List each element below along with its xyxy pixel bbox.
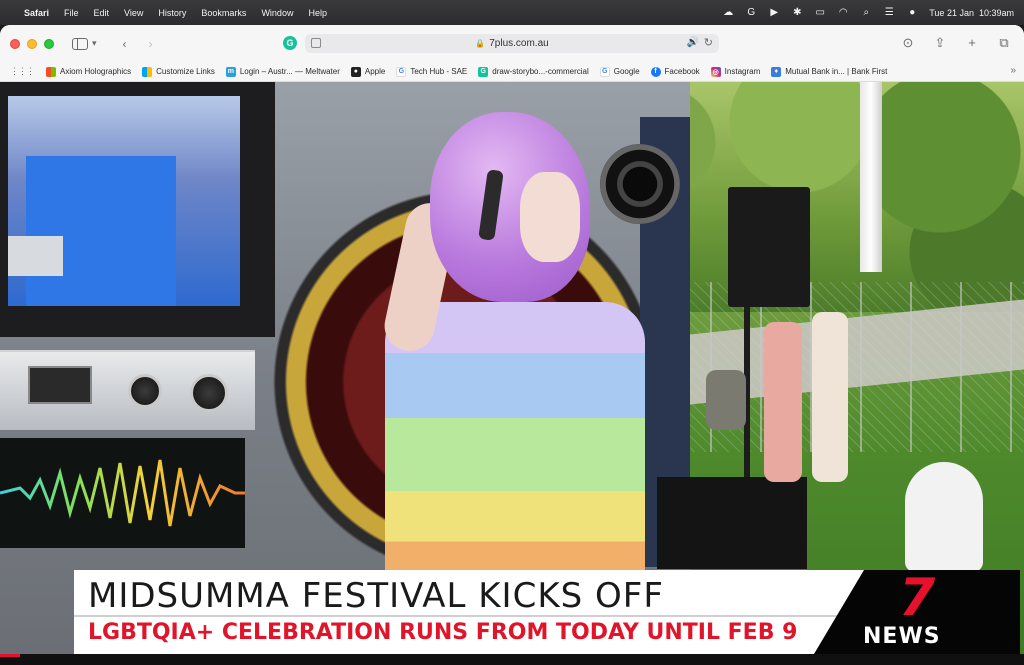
favorite-bank-first[interactable]: ♦ Mutual Bank in... | Bank First [771,66,888,77]
chevron-down-icon[interactable]: ▾ [92,38,97,49]
spectator [706,370,746,430]
subwoofer [657,477,807,569]
url-text: 7plus.com.au [489,38,549,49]
menu-file[interactable]: File [64,8,79,18]
favorite-label: Axiom Holographics [60,67,132,76]
windows-grid-icon [46,66,56,77]
vu-meter [28,366,92,404]
safari-window: ▾ ‹ › G 🔒 7plus.com.au 🔊 ↻ ⊙ ⇪ + ⧉ ⋮⋮⋮ A… [0,25,1024,665]
address-bar[interactable]: 🔒 7plus.com.au 🔊 ↻ [305,34,719,53]
favorite-label: Mutual Bank in... | Bank First [785,67,888,76]
news-lower-third: MIDSUMMA FESTIVAL KICKS OFF LGBTQIA+ CEL… [74,568,1020,654]
subheadline: LGBTQIA+ CELEBRATION RUNS FROM TODAY UNT… [88,620,798,645]
search-icon[interactable]: ⌕ [860,7,872,19]
menu-view[interactable]: View [124,8,143,18]
favorite-label: Login – Austr... — Meltwater [239,67,340,76]
wifi-icon[interactable]: ◠ [837,7,849,19]
google-icon: G [396,66,407,77]
forward-button[interactable]: › [141,37,161,51]
audio-playing-icon[interactable]: 🔊 [687,37,699,48]
grammarly-extension-icon[interactable]: G [283,36,297,50]
rainbow-waveform [0,438,245,548]
favorite-label: draw-storybo...-commercial [492,67,589,76]
favorite-label: Google [613,67,640,76]
zoom-window-button[interactable] [44,38,54,49]
video-progress-fill [0,654,21,657]
favorites-bar: ⋮⋮⋮ Axiom Holographics Customize Links m… [0,62,1024,82]
favorite-label: Customize Links [156,67,215,76]
meltwater-icon: m [225,66,236,77]
new-tab-icon[interactable]: + [964,35,980,51]
boombox-control-panel [0,350,255,430]
favorite-axiom[interactable]: Axiom Holographics [46,66,132,77]
favorite-meltwater[interactable]: m Login – Austr... — Meltwater [225,66,340,77]
menubar-clock[interactable]: Tue 21 Jan 10:39am [929,8,1014,18]
favorite-label: Facebook [664,67,700,76]
favorites-grid-icon[interactable]: ⋮⋮⋮ [10,66,35,77]
favorite-tech-hub[interactable]: G Tech Hub - SAE [396,66,468,77]
child-spectator [905,462,983,572]
instagram-icon: ◎ [710,66,721,77]
tab-overview-icon[interactable]: ⧉ [996,35,1012,51]
close-window-button[interactable] [10,38,20,49]
light-pole [860,82,882,272]
seven-logo-numeral: 7 [899,568,936,628]
back-button[interactable]: ‹ [115,37,135,51]
facebook-icon: f [650,66,661,77]
grammarly-icon: G [478,66,489,77]
menu-bookmarks[interactable]: Bookmarks [201,8,246,18]
favorite-customize-links[interactable]: Customize Links [142,66,215,77]
toolbar-actions: ⊙ ⇪ + ⧉ [900,35,1012,51]
bluetooth-icon[interactable]: ✱ [791,7,803,19]
favorite-label: Instagram [724,67,761,76]
siri-icon[interactable]: ● [906,7,918,19]
reload-icon[interactable]: ↻ [704,36,713,49]
menu-window[interactable]: Window [261,8,293,18]
grammarly-status-icon[interactable]: G [745,7,757,19]
clock-date: Tue 21 Jan [929,7,974,18]
google-icon: G [599,66,610,77]
spectator [812,312,848,482]
favorite-draw-storyboard[interactable]: G draw-storybo...-commercial [478,66,589,77]
creative-cloud-icon[interactable]: ☁ [722,7,734,19]
control-center-icon[interactable]: ☰ [883,7,895,19]
clock-time: 10:39am [978,7,1014,18]
menu-help[interactable]: Help [308,8,327,18]
downloads-icon[interactable]: ⊙ [900,35,916,51]
page-settings-icon[interactable] [311,38,321,48]
favorite-label: Apple [364,67,386,76]
knob [128,374,162,408]
minimize-window-button[interactable] [27,38,37,49]
browser-toolbar: ▾ ‹ › G 🔒 7plus.com.au 🔊 ↻ ⊙ ⇪ + ⧉ [0,25,1024,62]
menu-history[interactable]: History [158,8,186,18]
boombox-screen [0,82,275,337]
favorite-instagram[interactable]: ◎ Instagram [710,66,761,77]
lock-icon: 🔒 [475,39,486,48]
favorite-apple[interactable]: ● Apple [350,66,386,77]
battery-icon[interactable]: ▭ [814,7,826,19]
play-icon[interactable]: ▶ [768,7,780,19]
spectator [764,322,802,482]
news-logo-text: NEWS [863,624,941,649]
menu-edit[interactable]: Edit [94,8,110,18]
sidebar-toggle-icon[interactable] [72,37,88,50]
apple-icon: ● [350,66,361,77]
window-controls [10,38,54,49]
knob [190,374,228,412]
favorite-google[interactable]: G Google [599,66,640,77]
pa-speaker [728,187,810,307]
menu-app-name[interactable]: Safari [24,8,49,18]
bank-icon: ♦ [771,66,782,77]
windows-grid-icon [142,66,153,77]
status-area: ☁ G ▶ ✱ ▭ ◠ ⌕ ☰ ● Tue 21 Jan 10:39am [722,7,1014,19]
favorites-overflow-icon[interactable]: » [1010,65,1016,76]
favorite-label: Tech Hub - SAE [410,67,468,76]
video-progress-bar[interactable] [0,654,1024,665]
headline: MIDSUMMA FESTIVAL KICKS OFF [88,576,664,616]
favorite-facebook[interactable]: f Facebook [650,66,700,77]
share-icon[interactable]: ⇪ [932,35,948,51]
video-player[interactable]: MIDSUMMA FESTIVAL KICKS OFF LGBTQIA+ CEL… [0,82,1024,665]
menu-bar: Safari File Edit View History Bookmarks … [0,0,1024,25]
